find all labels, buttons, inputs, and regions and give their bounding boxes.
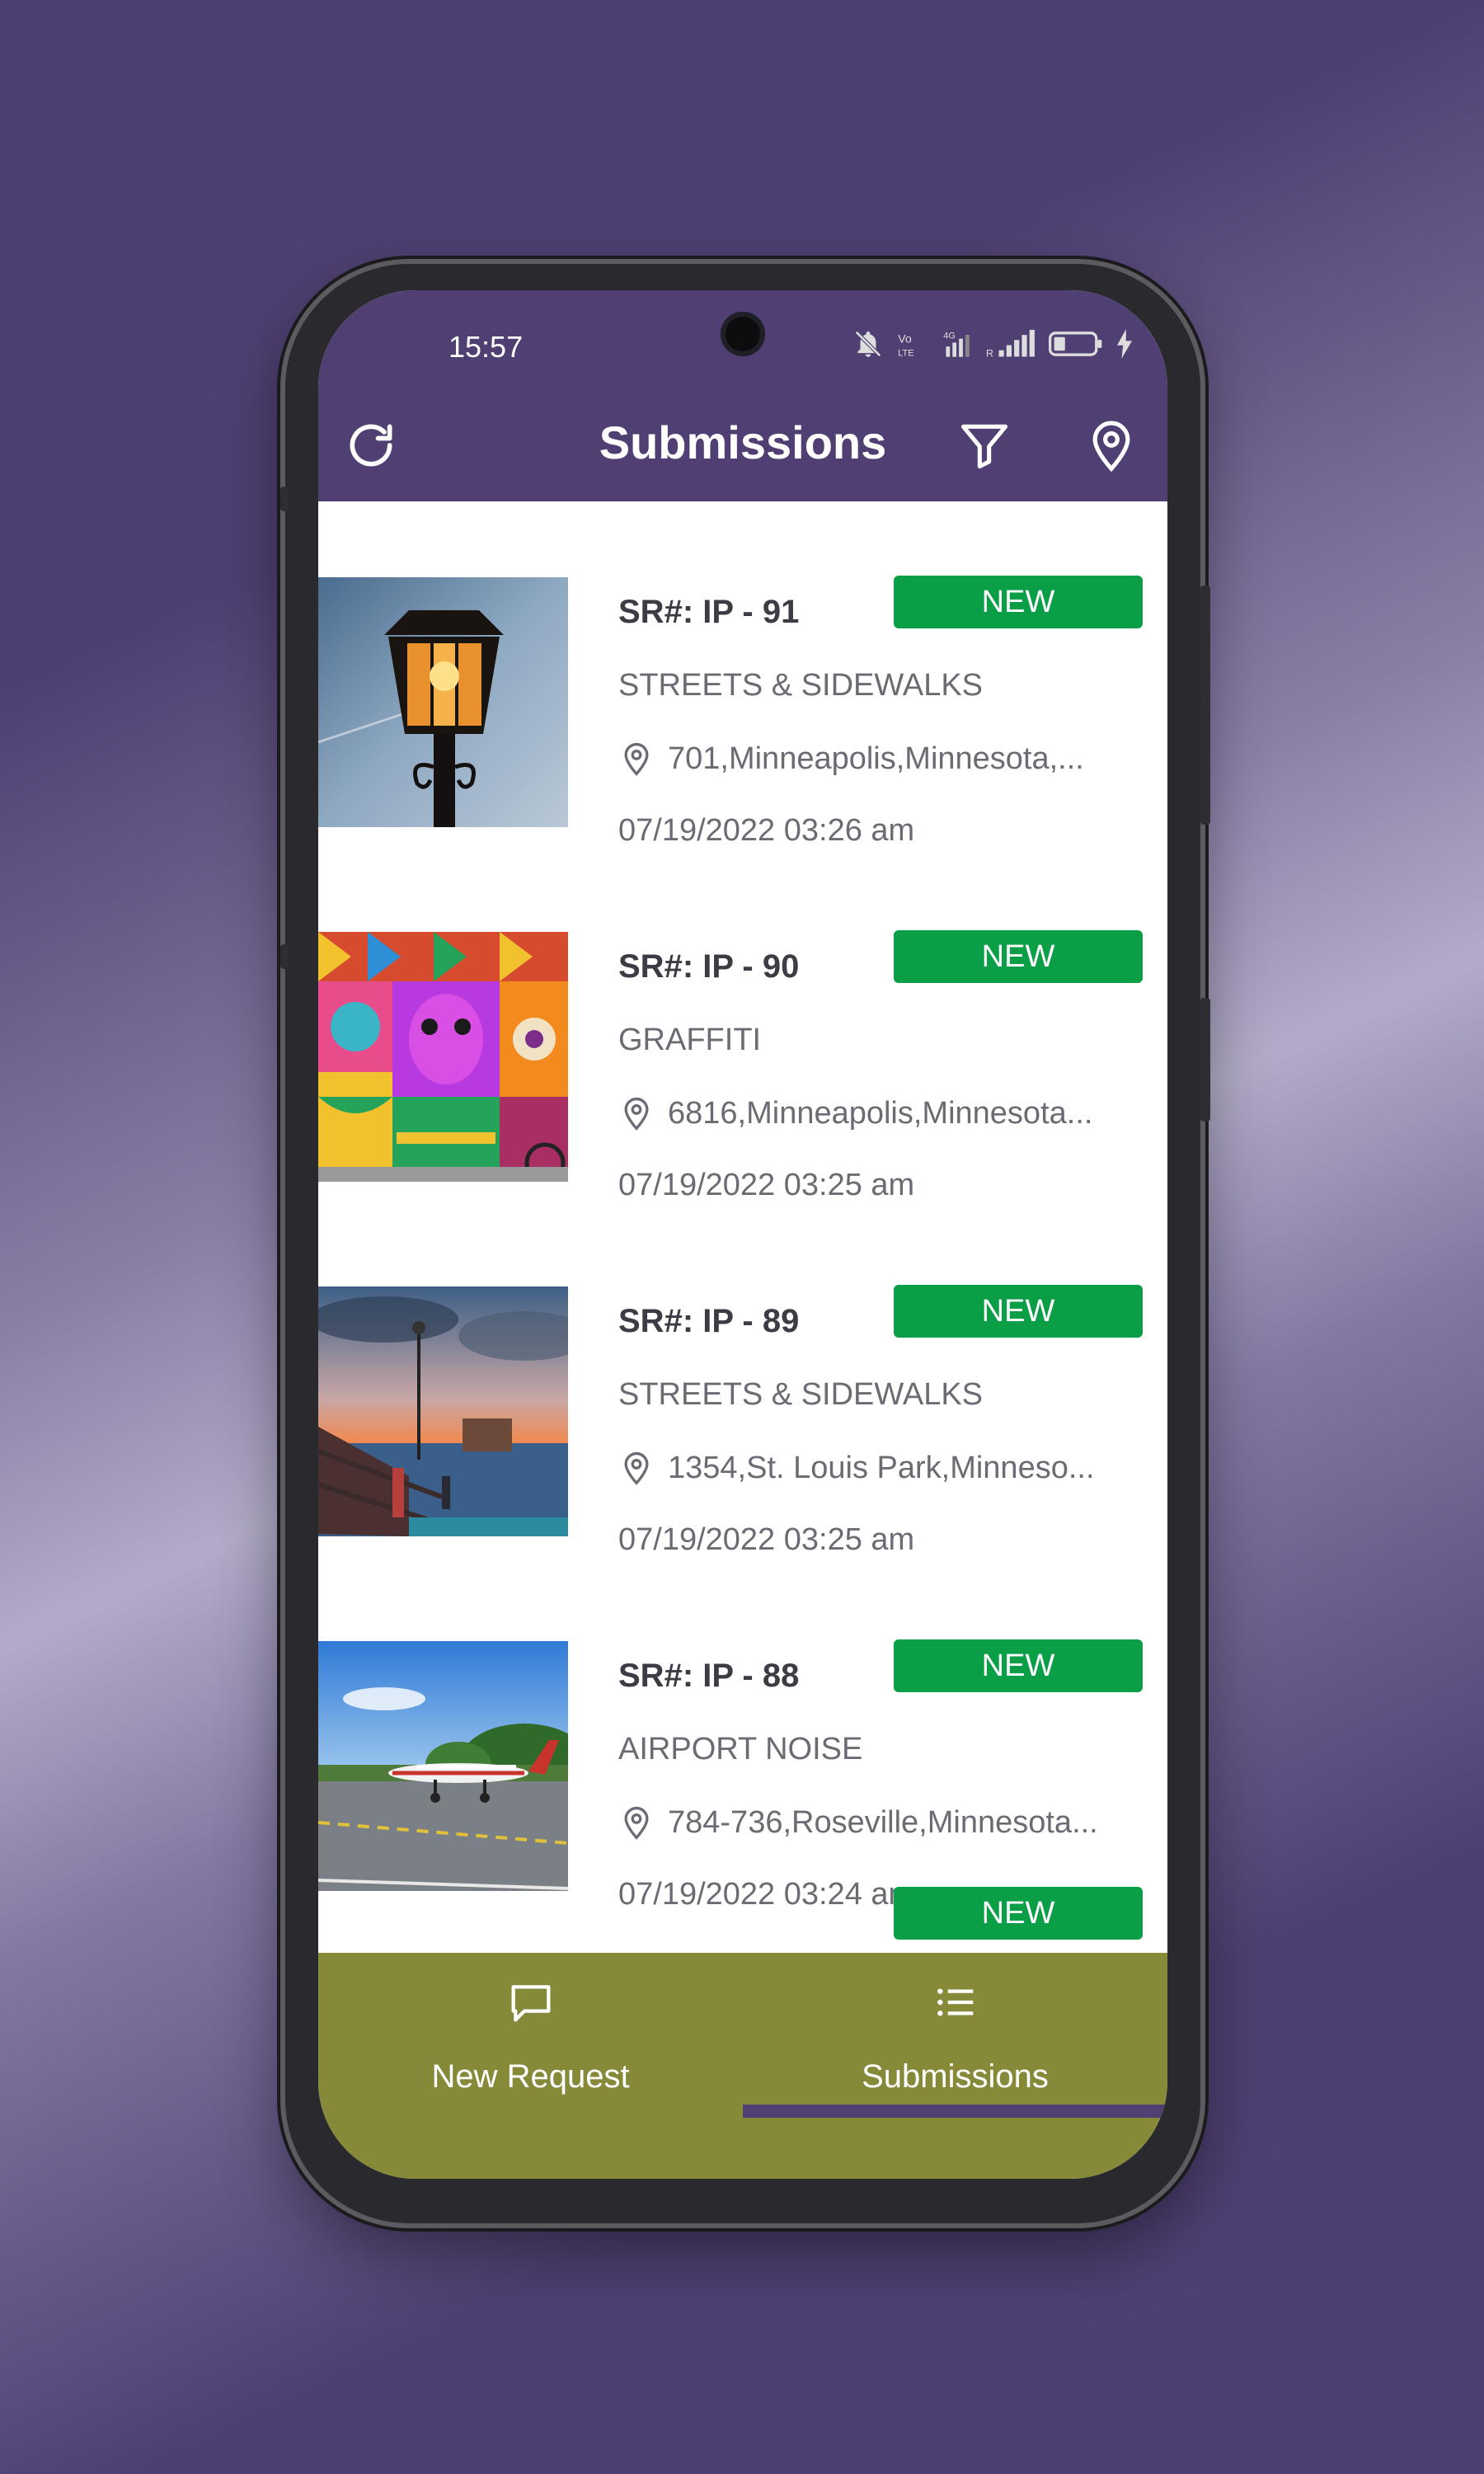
submission-card[interactable]: SR#: IP - 89 NEW STREETS & SIDEWALKS 135… — [318, 1211, 1167, 1568]
location-pin-icon — [624, 1806, 649, 1840]
address-text: 784-736,Roseville,Minnesota... — [668, 1804, 1098, 1840]
submission-number: SR#: IP - 89 — [618, 1303, 800, 1339]
front-camera — [721, 312, 765, 356]
svg-text:Vo: Vo — [898, 332, 912, 346]
volte-icon: Vo LTE — [898, 332, 914, 358]
submission-photo-waterfront — [318, 1286, 568, 1536]
submission-number: SR#: IP - 88 — [618, 1658, 800, 1694]
page-title: Submissions — [599, 416, 887, 468]
submission-number: SR#: IP - 90 — [618, 948, 800, 985]
submission-address: 6816,Minneapolis,Minnesota... — [618, 1095, 1146, 1131]
network-4g-icon: 4G — [943, 332, 970, 357]
status-badge: NEW — [894, 1639, 1143, 1692]
app-bar: Submissions — [318, 389, 1167, 501]
status-badge: NEW — [894, 1285, 1143, 1338]
nav-new-request[interactable]: New Request — [318, 1953, 743, 2126]
phone-side-button — [280, 487, 289, 511]
submission-card[interactable]: SR#: IP - 88 NEW AIRPORT NOISE 784-736,R… — [318, 1565, 1167, 1922]
submission-category: STREETS & SIDEWALKS — [618, 668, 984, 703]
status-bar: 15:57 Vo LTE 4G R — [318, 290, 1167, 389]
submission-card[interactable]: NEW — [318, 1887, 1167, 1953]
nav-new-request-label: New Request — [431, 2058, 630, 2095]
mute-icon — [855, 331, 881, 357]
location-pin-icon — [624, 1451, 649, 1485]
submission-address: 1354,St. Louis Park,Minneso... — [618, 1450, 1146, 1486]
battery-icon — [1049, 332, 1102, 356]
submission-card[interactable]: SR#: IP - 90 NEW GRAFFITI 6816,Minneapol… — [318, 856, 1167, 1213]
submission-date: 07/19/2022 03:24 am — [618, 1877, 915, 1912]
svg-text:R: R — [986, 348, 993, 360]
submissions-list[interactable]: SR#: IP - 91 NEW STREETS & SIDEWALKS 701… — [318, 501, 1167, 1953]
status-icons: Vo LTE 4G R — [852, 328, 1134, 360]
svg-text:LTE: LTE — [898, 348, 914, 358]
address-text: 6816,Minneapolis,Minnesota... — [668, 1095, 1093, 1131]
bottom-nav: New Request Submissions — [318, 1953, 1167, 2179]
submission-category: STREETS & SIDEWALKS — [618, 1377, 984, 1412]
phone-side-button — [280, 944, 289, 969]
map-pin-icon[interactable] — [1083, 417, 1139, 473]
submission-date: 07/19/2022 03:26 am — [618, 813, 915, 848]
address-text: 1354,St. Louis Park,Minneso... — [668, 1450, 1095, 1485]
nav-submissions[interactable]: Submissions — [743, 1953, 1167, 2126]
message-icon — [511, 1985, 551, 2022]
charging-icon — [1117, 329, 1132, 359]
submission-date: 07/19/2022 03:25 am — [618, 1168, 915, 1202]
submission-card[interactable]: SR#: IP - 91 NEW STREETS & SIDEWALKS 701… — [318, 501, 1167, 858]
active-tab-indicator — [743, 2105, 1167, 2118]
submission-address: 701,Minneapolis,Minnesota,... — [618, 741, 1146, 777]
filter-icon[interactable] — [956, 417, 1012, 473]
submission-category: AIRPORT NOISE — [618, 1732, 863, 1766]
status-badge: NEW — [894, 1887, 1143, 1940]
submission-photo-airplane — [318, 1641, 568, 1891]
phone-side-button — [1200, 586, 1210, 825]
submission-date: 07/19/2022 03:25 am — [618, 1522, 915, 1557]
nav-submissions-label: Submissions — [862, 2058, 1049, 2095]
location-pin-icon — [624, 1097, 649, 1131]
submission-address: 784-736,Roseville,Minnesota... — [618, 1804, 1146, 1841]
submission-photo-street-lamp — [318, 577, 568, 827]
svg-text:4G: 4G — [943, 332, 956, 341]
submission-photo-graffiti — [318, 932, 568, 1182]
address-text: 701,Minneapolis,Minnesota,... — [668, 741, 1084, 776]
location-pin-icon — [624, 742, 649, 776]
submission-category: GRAFFITI — [618, 1023, 762, 1057]
signal-icon: R — [986, 329, 1035, 360]
app-screen: 15:57 Vo LTE 4G R Submissions SR#: IP - … — [318, 290, 1167, 2179]
phone-side-button — [1200, 998, 1210, 1122]
status-badge: NEW — [894, 576, 1143, 628]
submission-number: SR#: IP - 91 — [618, 594, 800, 630]
list-icon — [937, 1988, 974, 2016]
status-time: 15:57 — [448, 330, 524, 364]
status-badge: NEW — [894, 930, 1143, 983]
